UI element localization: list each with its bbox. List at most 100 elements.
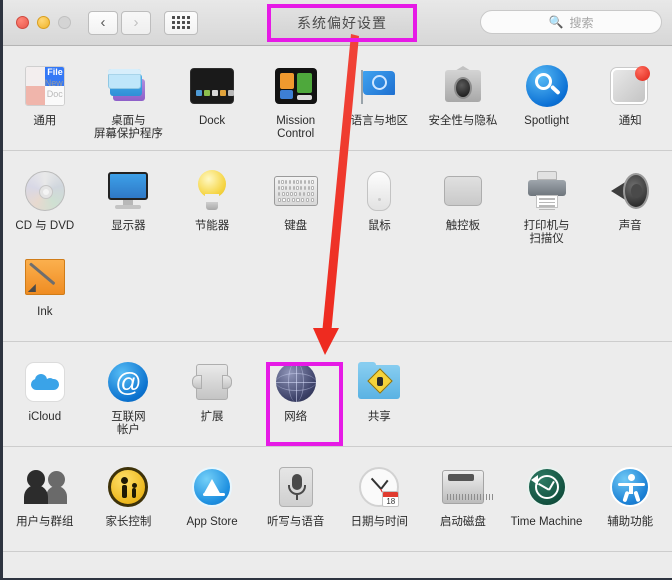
pref-pane-label: 触控板 [445, 220, 481, 232]
pref-pane-label: 启动磁盘 [439, 516, 486, 528]
pref-pane-general[interactable]: File New Doc 通用 [3, 56, 87, 142]
preference-row: 用户与群组 家长控制 App Store 听写与语音 18 日期与时间 启动磁盘… [3, 457, 672, 543]
pref-pane-extensions[interactable]: 扩展 [170, 352, 254, 438]
page-title: 系统偏好设置 [270, 7, 414, 38]
pref-pane-startup-disk[interactable]: 启动磁盘 [421, 457, 505, 543]
pref-pane-parental-controls[interactable]: 家长控制 [87, 457, 171, 543]
pref-pane-label: 扩展 [200, 411, 224, 423]
pref-pane-label: 桌面与 屏幕保护程序 [93, 115, 163, 140]
preference-row: Ink [3, 247, 672, 333]
pref-pane-label: 键盘 [284, 220, 308, 232]
grid-dots-icon [172, 16, 190, 29]
pref-pane-label: Dock [198, 115, 226, 127]
forward-button[interactable]: › [121, 10, 151, 35]
pref-pane-label: App Store [186, 516, 238, 528]
pref-pane-internet-accounts[interactable]: @ 互联网 帐户 [87, 352, 171, 438]
pref-pane-icloud[interactable]: iCloud [3, 352, 87, 438]
pref-pane-users-groups[interactable]: 用户与群组 [3, 457, 87, 543]
chevron-right-icon: › [133, 14, 139, 31]
pref-pane-accessibility[interactable]: 辅助功能 [588, 457, 672, 543]
pref-pane-date-time[interactable]: 18 日期与时间 [338, 457, 422, 543]
chevron-left-icon: ‹ [100, 14, 106, 31]
pref-pane-label: 安全性与隐私 [428, 115, 498, 127]
section-internet-wireless: iCloud @ 互联网 帐户 扩展 网络 共享 [3, 342, 672, 447]
time-machine-icon [523, 463, 571, 511]
zoom-button [58, 16, 71, 29]
accessibility-icon [606, 463, 654, 511]
cd-dvd-icon [21, 167, 69, 215]
pref-pane-cd-dvd[interactable]: CD 与 DVD [3, 161, 87, 247]
pref-pane-label: 节能器 [194, 220, 230, 232]
language-region-icon [355, 62, 403, 110]
close-button[interactable] [16, 16, 29, 29]
pref-pane-trackpad[interactable]: 触控板 [421, 161, 505, 247]
search-icon: 🔍 [548, 15, 564, 29]
pref-pane-empty [505, 352, 589, 438]
pref-pane-label: iCloud [28, 411, 62, 423]
pref-pane-energy-saver[interactable]: 节能器 [170, 161, 254, 247]
calendar-day: 18 [386, 497, 396, 506]
displays-icon [104, 167, 152, 215]
preference-row: CD 与 DVD 显示器 节能器 键盘 鼠标 触控板 打印机与 扫描仪 声音 [3, 161, 672, 247]
section-system: 用户与群组 家长控制 App Store 听写与语音 18 日期与时间 启动磁盘… [3, 447, 672, 552]
pref-pane-dictation-speech[interactable]: 听写与语音 [254, 457, 338, 543]
preference-row: iCloud @ 互联网 帐户 扩展 网络 共享 [3, 352, 672, 438]
pref-pane-sound[interactable]: 声音 [588, 161, 672, 247]
pref-pane-spotlight[interactable]: Spotlight [505, 56, 589, 142]
pref-pane-mouse[interactable]: 鼠标 [338, 161, 422, 247]
pref-pane-keyboard[interactable]: 键盘 [254, 161, 338, 247]
spotlight-icon [523, 62, 571, 110]
pref-pane-label: Mission Control [276, 115, 316, 140]
pref-pane-notifications[interactable]: 通知 [588, 56, 672, 142]
mouse-icon [355, 167, 403, 215]
pref-pane-label: 语言与地区 [350, 115, 409, 127]
window-titlebar: ‹ › 系统偏好设置 🔍 搜索 [3, 0, 672, 46]
trackpad-icon [439, 167, 487, 215]
pref-pane-app-store[interactable]: App Store [170, 457, 254, 543]
pref-pane-printers-scanners[interactable]: 打印机与 扫描仪 [505, 161, 589, 247]
preference-row: File New Doc 通用 桌面与 屏幕保护程序 Dock Mission … [3, 56, 672, 142]
section-hardware: CD 与 DVD 显示器 节能器 键盘 鼠标 触控板 打印机与 扫描仪 声音 I… [3, 151, 672, 342]
pref-pane-empty [421, 352, 505, 438]
show-all-button[interactable] [164, 10, 198, 35]
section-personal: File New Doc 通用 桌面与 屏幕保护程序 Dock Mission … [3, 46, 672, 151]
dock-icon [188, 62, 236, 110]
pref-pane-label: 声音 [618, 220, 642, 232]
pref-pane-desktop-screensaver[interactable]: 桌面与 屏幕保护程序 [87, 56, 171, 142]
app-store-icon [188, 463, 236, 511]
pref-pane-label: Time Machine [510, 516, 583, 528]
pref-pane-label: Ink [37, 306, 53, 318]
pref-pane-label: 互联网 帐户 [111, 411, 146, 436]
pref-pane-ink[interactable]: Ink [3, 247, 87, 333]
pref-pane-displays[interactable]: 显示器 [87, 161, 171, 247]
pref-pane-label: 通用 [33, 115, 57, 127]
window-title-text: 系统偏好设置 [297, 14, 387, 31]
back-button[interactable]: ‹ [88, 10, 118, 35]
pref-pane-time-machine[interactable]: Time Machine [505, 457, 589, 543]
traffic-lights [16, 16, 71, 29]
navigation-buttons: ‹ › [88, 10, 151, 35]
pref-pane-network[interactable]: 网络 [254, 352, 338, 438]
users-groups-icon [21, 463, 69, 511]
notifications-icon [606, 62, 654, 110]
system-preferences-window: ‹ › 系统偏好设置 🔍 搜索 File New Doc 通用 桌面与 屏幕保护… [0, 0, 672, 580]
pref-pane-label: 鼠标 [367, 220, 391, 232]
pref-pane-security-privacy[interactable]: 安全性与隐私 [421, 56, 505, 142]
startup-disk-icon [439, 463, 494, 511]
keyboard-icon [272, 167, 320, 215]
security-privacy-icon [439, 62, 487, 110]
pref-pane-label: CD 与 DVD [15, 220, 75, 232]
pref-pane-empty [588, 352, 672, 438]
search-input[interactable]: 🔍 搜索 [480, 10, 662, 34]
pref-pane-label: 家长控制 [105, 516, 152, 528]
pref-pane-sharing[interactable]: 共享 [338, 352, 422, 438]
internet-accounts-icon: @ [104, 358, 152, 406]
pref-pane-label: 用户与群组 [16, 516, 74, 528]
dictation-speech-icon [272, 463, 320, 511]
pref-pane-language-region[interactable]: 语言与地区 [338, 56, 422, 142]
pref-pane-dock[interactable]: Dock [170, 56, 254, 142]
pref-pane-label: 日期与时间 [350, 516, 409, 528]
minimize-button[interactable] [37, 16, 50, 29]
notification-badge [635, 66, 651, 81]
pref-pane-mission-control[interactable]: Mission Control [254, 56, 338, 142]
